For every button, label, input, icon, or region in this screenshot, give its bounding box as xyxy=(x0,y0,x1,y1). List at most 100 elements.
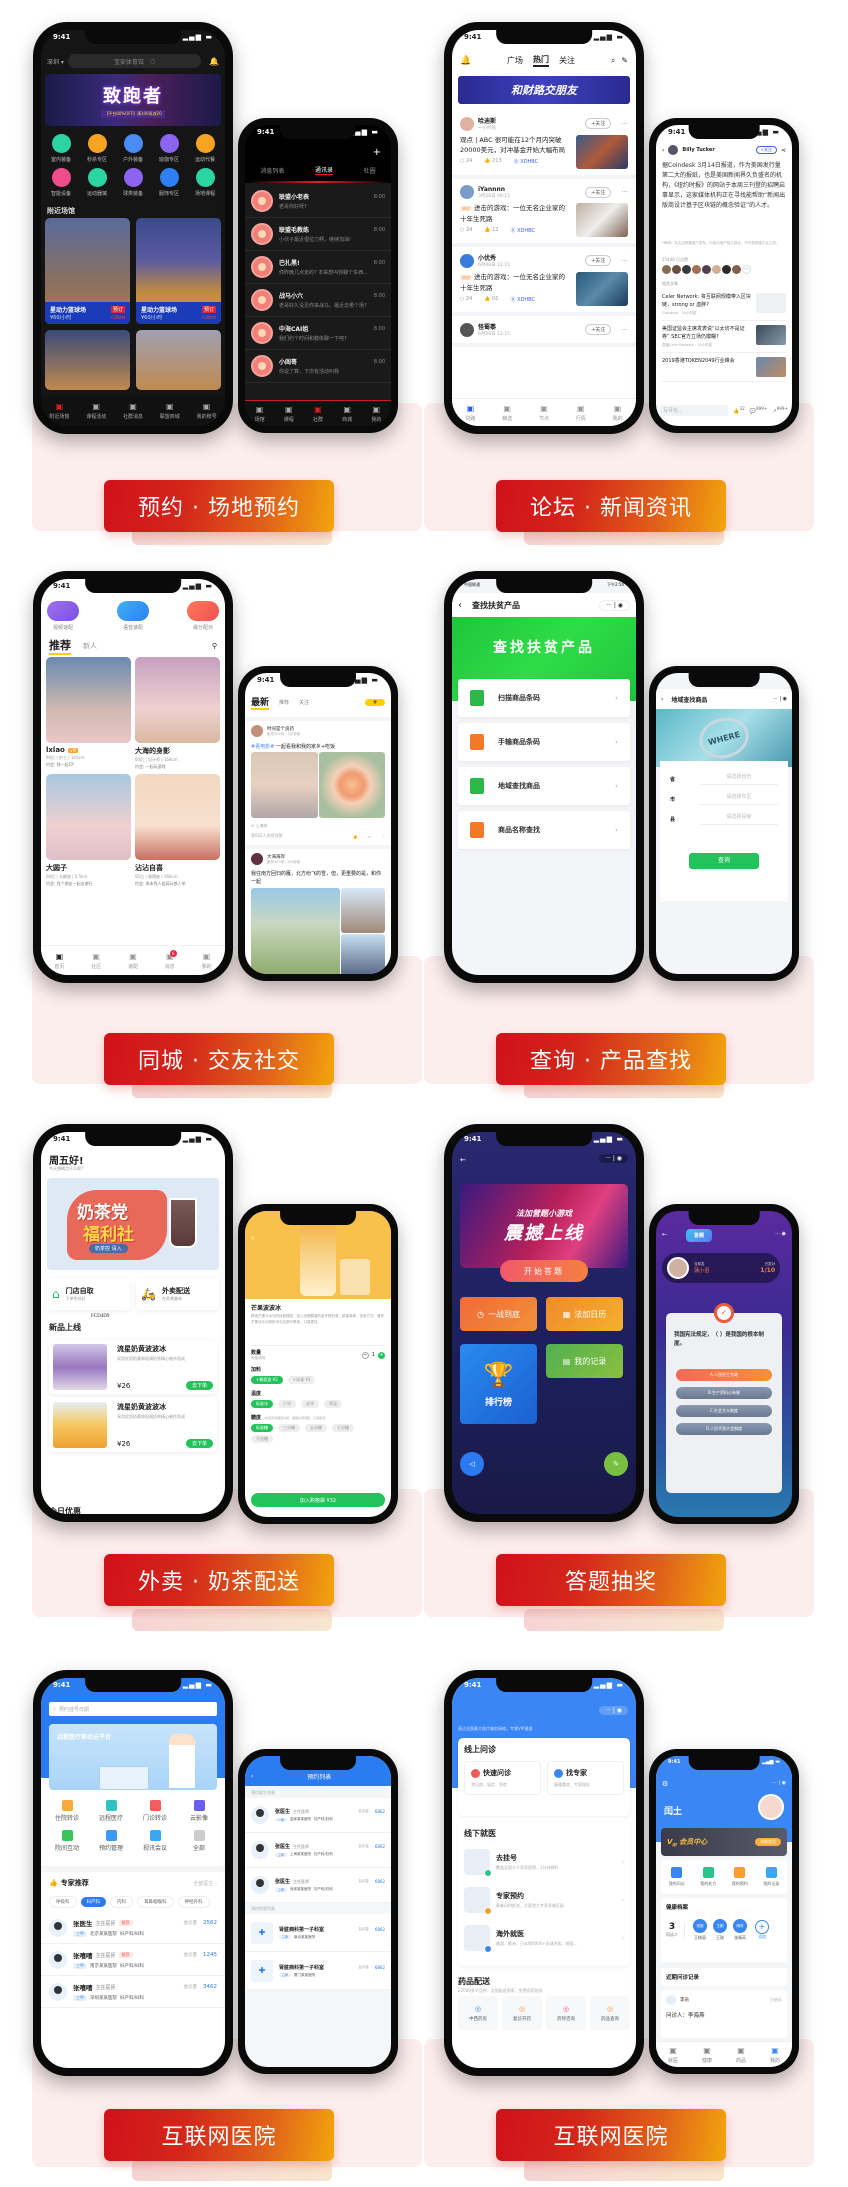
bell-icon[interactable]: 🔔 xyxy=(209,57,219,66)
all-doctors-link[interactable]: 全部医生 › xyxy=(193,1880,217,1887)
pharmacy-item[interactable]: ◎ 中西药房 xyxy=(458,1996,498,2030)
message-item[interactable]: 联盟小老表 8:00 老哥你好呀? xyxy=(245,185,391,218)
doctor-item[interactable]: 张嘻嘻 主任医师 会诊量 3462 三甲 深圳某某医院 妇产科/妇科 xyxy=(41,1976,225,2008)
tab-item[interactable]: ▣ 课程 xyxy=(284,405,294,423)
hero-banner[interactable]: 致跑者 【平台80%OFF】满100再减20 xyxy=(45,74,221,126)
offline-option[interactable]: 去挂号 覆盖全国七千多家医院，1分钟预约 › xyxy=(464,1843,624,1881)
topic-tag[interactable]: ⓪ XDHBC xyxy=(511,227,535,234)
region-field[interactable]: 市 请选择市区 xyxy=(670,789,778,809)
share-icon[interactable]: ⋖ xyxy=(781,147,786,154)
tab-item[interactable]: ▣ 社群 xyxy=(313,405,323,423)
service-item[interactable]: 全部 xyxy=(177,1830,221,1852)
related-article[interactable]: 美国证监会主席发表说“以太坊不是证券” SEC官方立场仍模糊? 直播Celer N… xyxy=(662,321,786,353)
like-button[interactable]: 👍32 xyxy=(733,406,745,415)
patient-item[interactable]: 桃丽 王桃丽 xyxy=(693,1919,707,1941)
consult-record[interactable]: 李员 已结诊 问诊人：李海燕 xyxy=(661,1990,787,2038)
appointment-doctor[interactable]: 张医生 主任医师 会诊量 6862 一甲 金家某某医院 妇产科/妇科 xyxy=(245,1798,391,1833)
tab-item[interactable]: ▣ 消息 6 xyxy=(165,949,177,970)
more-icon[interactable]: ··· xyxy=(621,188,628,196)
service-item[interactable]: 视讯会议 xyxy=(133,1830,177,1852)
capsule-menu[interactable]: ··· | ◉ xyxy=(772,1780,786,1786)
quick-match-item[interactable]: 缘分配对 xyxy=(187,601,219,631)
answer-option[interactable]: D.人民代表大会制度 xyxy=(676,1423,772,1435)
profile-card[interactable]: 大圆子 00后 | 天蝎座 | 0.5km 约会: 找个朋友一起去旅行 xyxy=(46,774,131,887)
tab-latest[interactable]: 最新 xyxy=(251,695,270,710)
venue-card[interactable]: 星动力篮球场 预订 ¥60/小时 <2km xyxy=(45,218,130,324)
department-chip[interactable]: 耳鼻咽喉科 xyxy=(137,1896,174,1908)
book-badge[interactable]: 预订 xyxy=(110,306,125,313)
like-count[interactable]: 👍 213 xyxy=(484,158,501,165)
user-avatar[interactable] xyxy=(758,1794,784,1820)
post-thumbnail[interactable] xyxy=(576,203,628,237)
settings-icon[interactable]: ⚙ xyxy=(662,1780,668,1788)
service-item[interactable]: 预约管理 xyxy=(89,1830,133,1852)
department-chip[interactable]: 妇产科 xyxy=(80,1897,106,1907)
order-button[interactable]: 去下单 xyxy=(185,1381,213,1390)
tab-item[interactable]: ▣ 我的 xyxy=(613,404,623,422)
comment-button[interactable]: 💬999+ xyxy=(750,406,768,415)
tab-recommend[interactable]: 推荐 xyxy=(279,699,289,706)
user-avatar[interactable] xyxy=(460,322,474,337)
plus-button[interactable]: + xyxy=(378,1351,385,1359)
service-item[interactable]: 门诊转诊 xyxy=(133,1800,177,1822)
service-item[interactable]: 云影像 xyxy=(177,1800,221,1822)
answer-option[interactable]: C.社会主义制度 xyxy=(676,1405,772,1417)
profile-card[interactable]: 沾沾自喜 95后 | 摩羯座 | 166cm 约会: 周末找人组局玩狼人杀 xyxy=(135,774,220,887)
tab-item[interactable]: ▣ 健康 xyxy=(702,2046,712,2064)
pharmacy-item[interactable]: ◎ 药师咨询 xyxy=(546,1996,586,2030)
tab-item[interactable]: ▣ 社区 xyxy=(91,952,101,970)
add-patient-button[interactable]: + xyxy=(755,1920,769,1934)
profile-card[interactable]: lxlao VIP 90后 | 护士 | 165cm 约会: 找一起CP xyxy=(46,657,131,770)
category-item[interactable]: 室内装备 xyxy=(43,134,79,163)
service-option[interactable]: ⌂ 门店自取 下单免排队 xyxy=(47,1278,130,1310)
category-item[interactable]: 智能设备 xyxy=(43,168,79,197)
tab-item[interactable]: 消息列表 xyxy=(260,166,284,175)
department-chip[interactable]: 神经外科 xyxy=(177,1896,210,1908)
tab-item[interactable]: ▣ 精选 xyxy=(502,404,512,422)
shortcut-item[interactable]: 我的问诊 xyxy=(669,1867,685,1887)
post-thumbnail[interactable] xyxy=(576,272,628,306)
option-chip[interactable]: 三分糖 xyxy=(278,1424,300,1432)
patient-item[interactable]: 晴芮 张晴芮 xyxy=(733,1919,747,1941)
capsule-menu[interactable]: ··· ◉ xyxy=(775,1231,786,1237)
search-option[interactable]: 商品名称查找 › xyxy=(458,811,630,849)
tab-item[interactable]: ▣ 财路 xyxy=(465,404,475,422)
category-item[interactable]: 户外装备 xyxy=(115,134,151,163)
pencil-icon[interactable]: ✎ xyxy=(604,1452,628,1476)
capsule-menu[interactable]: ··· | ◉ xyxy=(599,1154,628,1163)
tab-new[interactable]: 新人 xyxy=(83,641,97,651)
service-item[interactable]: 住院转诊 xyxy=(45,1800,89,1822)
back-icon[interactable]: ‹ xyxy=(662,147,664,154)
pharmacy-item[interactable]: ◎ 药品查询 xyxy=(590,1996,630,2030)
hashtag[interactable]: #看电影# xyxy=(251,744,274,750)
back-icon[interactable]: ‹ xyxy=(458,600,462,611)
tab-item[interactable]: ▣ 场馆 xyxy=(255,405,265,423)
back-icon[interactable]: ← xyxy=(662,1231,667,1238)
tab-item[interactable]: 关注 xyxy=(559,55,575,66)
department-chip[interactable]: 呼吸科 xyxy=(49,1896,77,1908)
post-item[interactable]: 小优秀 6月08日 12:15 +关注 ··· 原创 进击的游戏：一位无名企业家的十年生死… xyxy=(452,247,636,316)
profile-card[interactable]: 大海的身影 00后 | 设计师 | 168cm 约会: 一起玩游戏 xyxy=(135,657,220,770)
query-button[interactable]: 查询 xyxy=(689,853,759,869)
follow-button[interactable]: +关注 xyxy=(585,186,612,198)
tab-item[interactable]: ▣ 社群消息 xyxy=(123,402,143,420)
option-chip[interactable]: 去冰 xyxy=(301,1400,319,1408)
like-icon[interactable]: 👍 xyxy=(353,834,358,839)
pharmacy-item[interactable]: ◎ 复诊开药 xyxy=(502,1996,542,2030)
consult-option[interactable]: 找专家 疑难重症、专家指导 xyxy=(547,1761,624,1795)
tab-item[interactable]: ▣ 首页 xyxy=(54,952,64,970)
category-item[interactable]: 运动器械 xyxy=(79,168,115,197)
add-to-cart-button[interactable]: 加入购物袋 ¥32 xyxy=(251,1493,385,1507)
more-icon[interactable]: ··· xyxy=(621,257,628,265)
message-item[interactable]: 巴扎黑! 8:00 你昨晚几点走的? 本来想叫你聊个东西... xyxy=(245,251,391,284)
tab-recommend[interactable]: 推荐 xyxy=(49,637,71,655)
option-chip[interactable]: 标准糖 xyxy=(251,1424,273,1432)
patient-item[interactable]: 王刚 王刚 xyxy=(713,1919,727,1941)
tab-item[interactable]: ▣ 我的 xyxy=(371,405,381,423)
back-icon[interactable]: ‹ xyxy=(661,696,663,703)
category-item[interactable]: 瑜伽专区 xyxy=(151,134,187,163)
region-field[interactable]: 县 请选择县级 xyxy=(670,809,778,829)
post-image[interactable] xyxy=(318,752,385,818)
service-item[interactable]: 院间互动 xyxy=(45,1830,89,1852)
shortcut-item[interactable]: 我的处方 xyxy=(700,1867,716,1887)
